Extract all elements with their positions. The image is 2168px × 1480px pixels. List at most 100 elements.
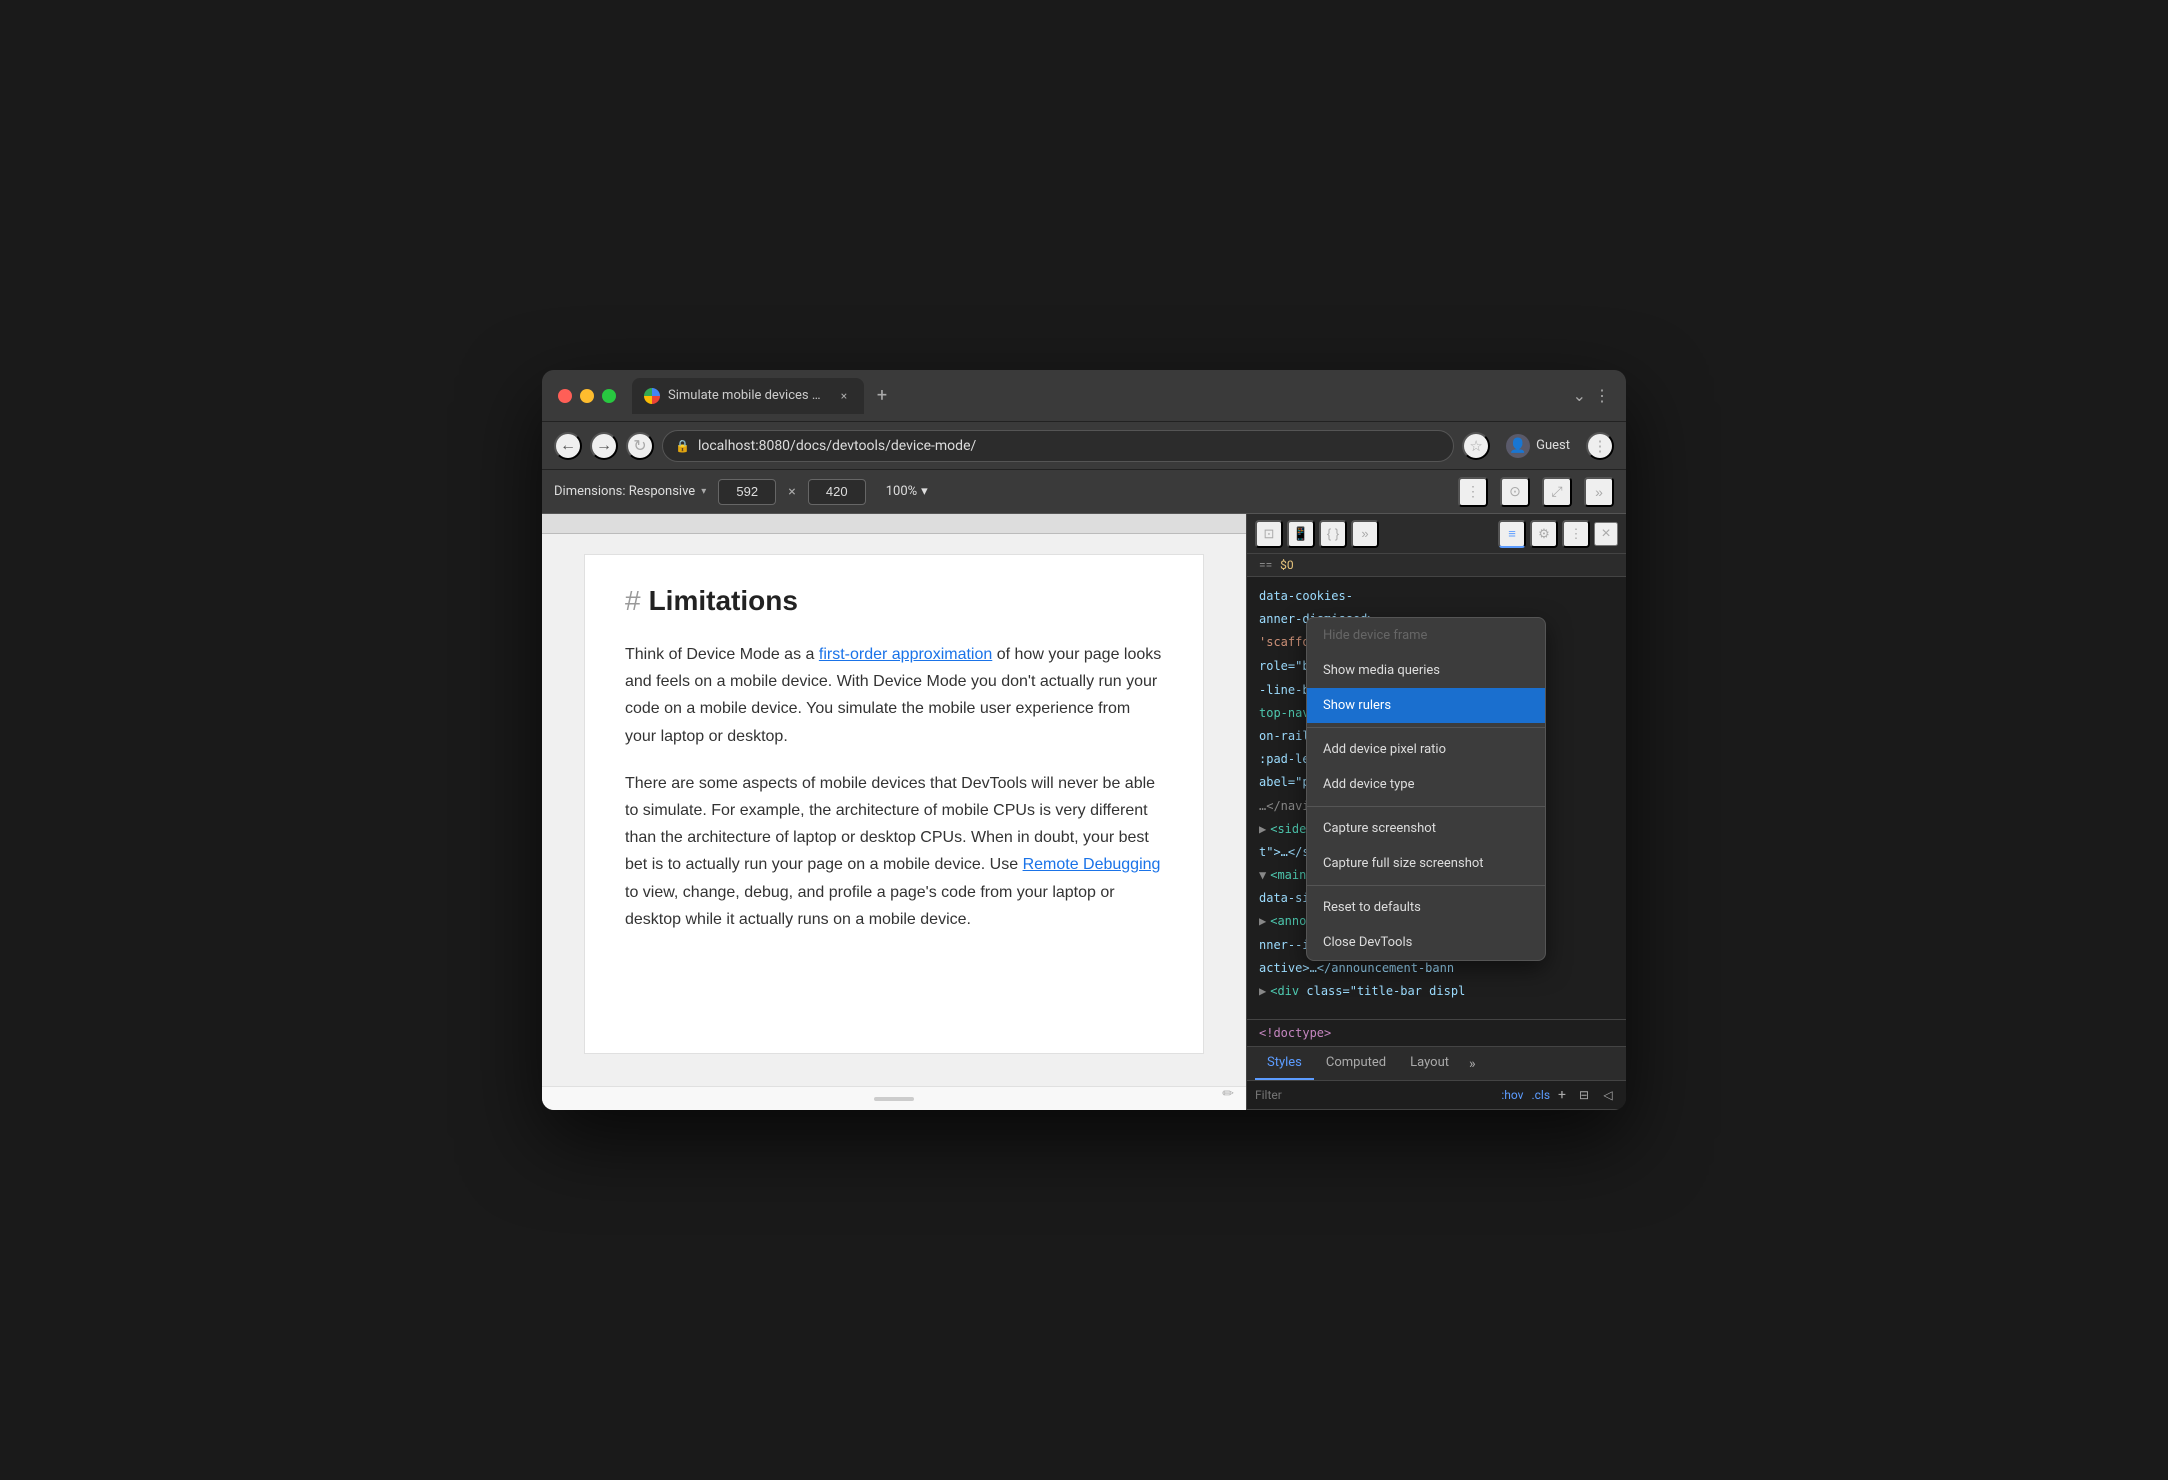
hide-device-frame-item[interactable]: Hide device frame <box>1307 618 1545 653</box>
computed-styles-toggle-icon[interactable]: ⊟ <box>1574 1085 1594 1105</box>
close-icon: × <box>1601 525 1610 543</box>
console-icon: ≡ <box>1508 526 1516 541</box>
page-content[interactable]: # Limitations Think of Device Mode as a … <box>542 514 1246 1110</box>
layout-tab[interactable]: Layout <box>1398 1047 1461 1080</box>
zoom-select[interactable]: 100% ▾ <box>878 480 936 503</box>
device-toolbar: Dimensions: Responsive ▾ × 100% ▾ ⋮ ⊙ ⤢ … <box>542 470 1626 514</box>
height-input[interactable] <box>808 479 866 505</box>
filter-input[interactable] <box>1255 1088 1493 1102</box>
equals-sign: == <box>1259 558 1272 572</box>
remote-debugging-link[interactable]: Remote Debugging <box>1023 856 1161 873</box>
first-order-link[interactable]: first-order approximation <box>819 646 992 663</box>
reset-defaults-item[interactable]: Reset to defaults <box>1307 890 1545 925</box>
dimensions-arrow-icon: ▾ <box>701 486 706 497</box>
more-tabs-button[interactable]: » <box>1461 1048 1484 1080</box>
profile-button[interactable]: 👤 Guest <box>1498 430 1578 462</box>
minimize-window-button[interactable] <box>580 389 594 403</box>
paragraph-1-text-before: Think of Device Mode as a <box>625 646 819 663</box>
heading-text: Limitations <box>649 585 798 617</box>
show-rulers-item[interactable]: Show rulers <box>1307 688 1545 723</box>
filter-icon-group: ⊟ ◁ <box>1574 1085 1618 1105</box>
hash-symbol: # <box>625 585 641 617</box>
add-device-pixel-ratio-item[interactable]: Add device pixel ratio <box>1307 732 1545 767</box>
nav-bar: ← → ↻ 🔒 localhost:8080/docs/devtools/dev… <box>542 422 1626 470</box>
inspector-button[interactable]: ⊡ <box>1255 520 1283 548</box>
main-area: Dimensions: Responsive ▾ × 100% ▾ ⋮ ⊙ ⤢ … <box>542 470 1626 1110</box>
devtools-panel: ⊡ 📱 { } » ≡ ⚙ <box>1246 514 1626 1110</box>
devtools-more-button[interactable]: ⋮ <box>1562 520 1590 548</box>
elements-icon: { } <box>1327 526 1339 541</box>
element-state-icon[interactable]: ◁ <box>1598 1085 1618 1105</box>
devtools-toolbar: ⊡ 📱 { } » ≡ ⚙ <box>1247 514 1626 554</box>
close-window-button[interactable] <box>558 389 572 403</box>
add-style-button[interactable]: + <box>1558 1087 1566 1103</box>
window-controls: ⌄ ⋮ <box>1573 386 1610 405</box>
menu-divider-1 <box>1307 727 1545 728</box>
active-tab[interactable]: Simulate mobile devices with D × <box>632 378 864 414</box>
devtools-header-bar: == $0 <box>1247 554 1626 577</box>
capture-screenshot-item[interactable]: Capture screenshot <box>1307 811 1545 846</box>
address-text: localhost:8080/docs/devtools/device-mode… <box>698 438 1441 454</box>
drag-handle[interactable] <box>874 1097 914 1101</box>
paragraph-1: Think of Device Mode as a first-order ap… <box>625 641 1163 750</box>
reload-button[interactable]: ↻ <box>626 432 654 460</box>
responsive-view-icon[interactable]: ⤢ <box>1542 477 1572 507</box>
content-devtools-area: # Limitations Think of Device Mode as a … <box>542 514 1626 1110</box>
window-menu-button[interactable]: ⋮ <box>1594 386 1610 405</box>
console-panel-button[interactable]: ≡ <box>1498 520 1526 548</box>
paragraph-2-text-after: to view, change, debug, and profile a pa… <box>625 884 1115 928</box>
menu-divider-3 <box>1307 885 1545 886</box>
address-bar[interactable]: 🔒 localhost:8080/docs/devtools/device-mo… <box>662 430 1454 462</box>
show-media-queries-item[interactable]: Show media queries <box>1307 653 1545 688</box>
devtools-tabs: Styles Computed Layout » <box>1247 1047 1626 1081</box>
settings-button[interactable]: ⚙ <box>1530 520 1558 548</box>
doctype-text[interactable]: <!doctype> <box>1259 1026 1331 1040</box>
capture-full-size-item[interactable]: Capture full size screenshot <box>1307 846 1545 881</box>
more-panels-devtools-button[interactable]: » <box>1351 520 1379 548</box>
mobile-icon: 📱 <box>1293 526 1309 542</box>
page-body: # Limitations Think of Device Mode as a … <box>584 554 1204 1054</box>
computed-tab[interactable]: Computed <box>1314 1047 1398 1080</box>
browser-window: Simulate mobile devices with D × + ⌄ ⋮ ←… <box>542 370 1626 1110</box>
kebab-menu-icon: ⋮ <box>1570 526 1583 542</box>
page-bottom-bar: ✏ <box>542 1086 1246 1110</box>
bookmark-button[interactable]: ☆ <box>1462 432 1490 460</box>
maximize-window-button[interactable] <box>602 389 616 403</box>
traffic-lights <box>558 389 616 403</box>
styles-tab[interactable]: Styles <box>1255 1047 1314 1080</box>
back-button[interactable]: ← <box>554 432 582 460</box>
capture-screenshot-icon[interactable]: ⊙ <box>1500 477 1530 507</box>
hover-filter-button[interactable]: :hov <box>1501 1088 1523 1102</box>
device-mode-button[interactable]: 📱 <box>1287 520 1315 548</box>
new-tab-button[interactable]: + <box>868 382 896 410</box>
dropdown-menu: Hide device frame Show media queries Sho… <box>1306 617 1546 961</box>
more-panels-button[interactable]: » <box>1584 477 1614 507</box>
tab-bar: Simulate mobile devices with D × + <box>632 378 1573 414</box>
ruler-ticks <box>542 514 1246 533</box>
menu-divider-2 <box>1307 806 1545 807</box>
forward-button[interactable]: → <box>590 432 618 460</box>
pencil-icon: ✏ <box>1222 1086 1234 1102</box>
window-minimize-icon[interactable]: ⌄ <box>1573 386 1586 405</box>
width-input[interactable] <box>718 479 776 505</box>
security-lock-icon: 🔒 <box>675 439 690 453</box>
elements-panel-button[interactable]: { } <box>1319 520 1347 548</box>
devtools-close-button[interactable]: × <box>1594 522 1618 546</box>
title-bar: Simulate mobile devices with D × + ⌄ ⋮ <box>542 370 1626 422</box>
paragraph-2: There are some aspects of mobile devices… <box>625 770 1163 933</box>
more-options-button[interactable]: ⋮ <box>1458 477 1488 507</box>
close-devtools-item[interactable]: Close DevTools <box>1307 925 1545 960</box>
tab-close-button[interactable]: × <box>836 388 852 404</box>
cursor-icon: ⊡ <box>1264 526 1275 542</box>
chevron-right-icon: » <box>1361 526 1368 541</box>
ruler-bar <box>542 514 1246 534</box>
class-filter-button[interactable]: .cls <box>1531 1088 1550 1102</box>
tab-favicon-icon <box>644 388 660 404</box>
browser-menu-button[interactable]: ⋮ <box>1586 432 1614 460</box>
page-heading: # Limitations <box>625 585 1163 617</box>
dimensions-select[interactable]: Dimensions: Responsive ▾ <box>554 484 706 499</box>
add-device-type-item[interactable]: Add device type <box>1307 767 1545 802</box>
zoom-arrow-icon: ▾ <box>921 484 928 499</box>
profile-avatar-icon: 👤 <box>1506 434 1530 458</box>
gear-icon: ⚙ <box>1538 526 1550 542</box>
